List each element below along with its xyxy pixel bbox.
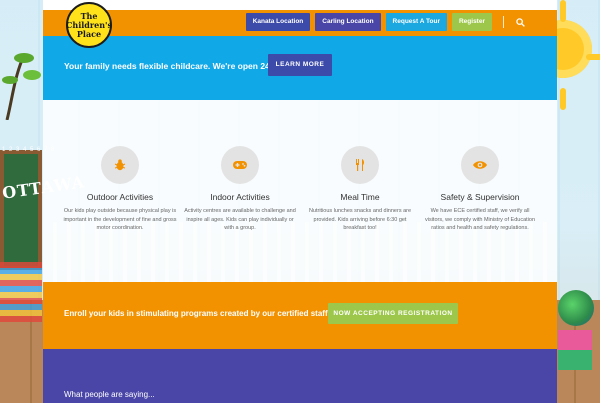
sun-ray <box>560 88 566 110</box>
feature-indoor-activities: Indoor Activities Activity centres are a… <box>180 146 300 233</box>
gamepad-icon <box>221 146 259 184</box>
feature-meal-time: Meal Time Nutritious lunches snacks and … <box>300 146 420 233</box>
bug-icon <box>101 146 139 184</box>
logo-line: Place <box>76 28 102 39</box>
feature-text: We have ECE certified staff, we verify a… <box>424 208 536 231</box>
feature-text: Activity centres are available to challe… <box>184 208 296 231</box>
nav-carling-location[interactable]: Carling Location <box>315 13 381 31</box>
site-logo[interactable]: The Children's Place <box>66 2 112 48</box>
feature-outdoor-activities: Outdoor Activities Our kids play outside… <box>60 146 180 233</box>
enroll-message: Enroll your kids in stimulating programs… <box>64 309 330 318</box>
search-icon[interactable] <box>513 15 527 29</box>
learn-more-button[interactable]: LEARN MORE <box>268 54 332 76</box>
hero-message: Your family needs flexible childcare. We… <box>64 61 280 71</box>
feature-title: Outdoor Activities <box>86 192 154 202</box>
nav-request-tour[interactable]: Request A Tour <box>385 13 447 31</box>
feature-text: Nutritious lunches snacks and dinners ar… <box>308 208 412 231</box>
sun-ray <box>560 0 566 22</box>
chalkboard <box>0 150 42 270</box>
features-section: Outdoor Activities Our kids play outside… <box>43 100 557 282</box>
feature-safety-supervision: Safety & Supervision We have ECE certifi… <box>420 146 540 233</box>
abacus-illustration <box>0 262 42 322</box>
feature-text: Our kids play outside because physical p… <box>63 208 177 231</box>
enroll-banner: Enroll your kids in stimulating programs… <box>43 282 557 349</box>
cutlery-icon <box>341 146 379 184</box>
top-strip <box>43 0 557 10</box>
now-accepting-registration-button[interactable]: NOW ACCEPTING REGISTRATION <box>328 303 458 324</box>
testimonials-heading: What people are saying... <box>64 390 155 399</box>
feature-title: Indoor Activities <box>210 192 270 202</box>
hero-banner: Your family needs flexible childcare. We… <box>43 36 557 100</box>
nav-divider <box>503 16 504 28</box>
eye-icon <box>461 146 499 184</box>
main-nav: Kanata Location Carling Location Request… <box>245 13 527 31</box>
feature-title: Meal Time <box>340 192 380 202</box>
site-content: The Children's Place Kanata Location Car… <box>43 0 557 403</box>
nav-kanata-location[interactable]: Kanata Location <box>245 13 311 31</box>
plant-illustration <box>2 53 41 120</box>
testimonials-section: What people are saying... <box>43 349 557 403</box>
sun-ray <box>586 54 600 60</box>
toy-blocks-illustration <box>558 330 592 370</box>
nav-register[interactable]: Register <box>451 13 492 31</box>
feature-title: Safety & Supervision <box>440 192 520 202</box>
site-header: The Children's Place Kanata Location Car… <box>43 2 557 48</box>
globe-illustration <box>558 290 594 326</box>
